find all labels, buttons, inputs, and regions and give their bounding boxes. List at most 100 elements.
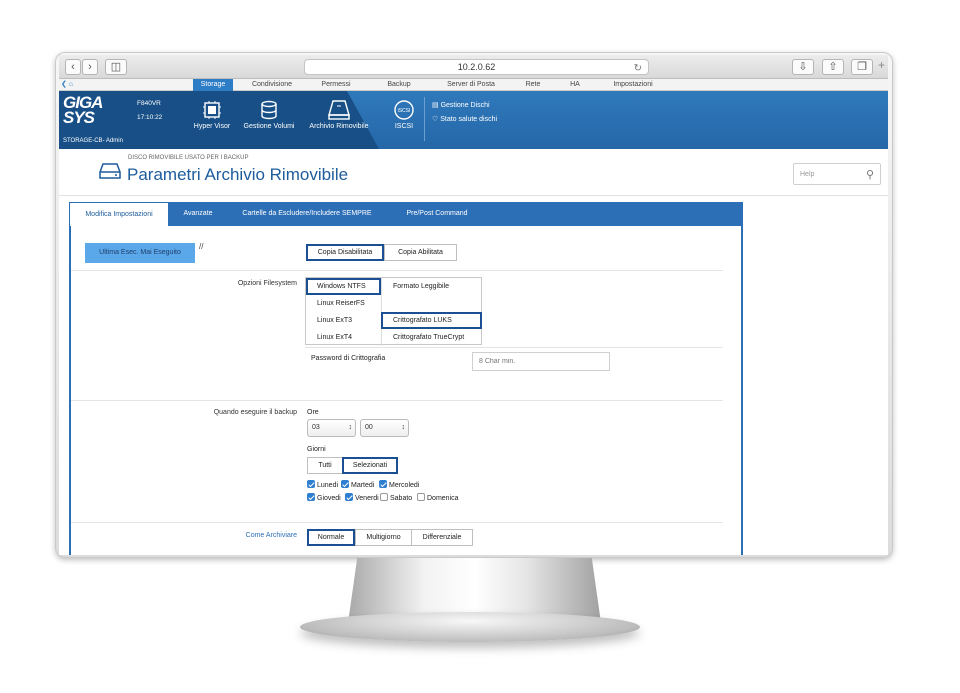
password-field[interactable] bbox=[472, 352, 610, 371]
drive-icon bbox=[99, 163, 121, 179]
row-divider bbox=[71, 400, 723, 401]
iscsi-icon: iSCSI bbox=[394, 100, 414, 120]
header-divider bbox=[424, 97, 425, 141]
page-title: Parametri Archivio Rimovibile bbox=[127, 165, 349, 184]
tab-bar: Modifica Impostazioni Avanzate Cartelle … bbox=[69, 202, 743, 226]
day-label: Lunedi bbox=[317, 481, 339, 489]
stato-salute-link[interactable]: ♡ Stato salute dischi bbox=[432, 115, 497, 123]
menu-backup[interactable]: Backup bbox=[379, 79, 419, 91]
menu-impostazioni[interactable]: Impostazioni bbox=[599, 79, 667, 91]
archive-label: Come Archiviare bbox=[245, 532, 297, 539]
fs-option-luks[interactable]: Crittografato LUKS bbox=[393, 317, 452, 324]
fs-label: Opzioni Filesystem bbox=[237, 280, 297, 287]
download-icon[interactable]: ⇩ bbox=[792, 59, 814, 75]
days-selezionati-button[interactable]: Selezionati bbox=[342, 457, 398, 474]
hypervisor-label: Hyper Visor bbox=[193, 123, 231, 130]
day-lunedi[interactable]: Lunedi bbox=[307, 480, 339, 489]
back-arrow-icon[interactable]: ‹ bbox=[65, 59, 81, 75]
fs-option-truecrypt[interactable]: Crittografato TrueCrypt bbox=[393, 334, 464, 341]
checkbox-checked[interactable] bbox=[345, 493, 353, 501]
copia-disabilitata-button[interactable]: Copia Disabilitata bbox=[306, 244, 384, 261]
fs-option-ext4[interactable]: Linux ExT4 bbox=[317, 334, 352, 341]
gigasys-logo: GIGA SYS bbox=[63, 94, 103, 127]
row-divider bbox=[71, 270, 723, 271]
disk-icon: ▤ bbox=[432, 102, 439, 109]
fs-option-reiserfs[interactable]: Linux ReiserFS bbox=[317, 300, 365, 307]
new-tab-icon[interactable]: + bbox=[878, 58, 885, 72]
days-tutti-button[interactable]: Tutti bbox=[307, 457, 343, 474]
checkbox-unchecked[interactable] bbox=[380, 493, 388, 501]
day-venerdi[interactable]: Venerdi bbox=[345, 493, 379, 502]
tabs-icon[interactable]: ❐ bbox=[851, 59, 873, 75]
address-bar[interactable]: 10.2.0.62 ↻ bbox=[304, 59, 649, 75]
fs-option-ntfs[interactable]: Windows NTFS bbox=[317, 283, 366, 290]
database-icon bbox=[261, 100, 277, 120]
home-back-icon[interactable]: ❮ ⌂ bbox=[61, 79, 73, 91]
forward-arrow-icon[interactable]: › bbox=[82, 59, 98, 75]
hypervisor-button[interactable]: Hyper Visor bbox=[189, 99, 235, 130]
archivio-rimovibile-label: Archivio Rimovibile bbox=[309, 123, 369, 130]
fs-option-ext3[interactable]: Linux ExT3 bbox=[317, 317, 352, 324]
search-icon[interactable]: ⚲ bbox=[866, 168, 874, 181]
menu-storage[interactable]: Storage bbox=[193, 79, 233, 91]
last-run-badge: Ultima Esec. Mai Eseguito bbox=[85, 243, 195, 263]
tab-cartelle[interactable]: Cartelle da Escludere/Includere SEMPRE bbox=[227, 202, 387, 226]
gestione-dischi-label: Gestione Dischi bbox=[440, 102, 490, 109]
hour-value: 03 bbox=[312, 424, 320, 431]
logo-line-2: SYS bbox=[63, 108, 95, 127]
removable-drive-icon bbox=[328, 100, 350, 120]
menu-permessi[interactable]: Permessi bbox=[311, 79, 361, 91]
iscsi-button[interactable]: iSCSI ISCSI bbox=[389, 99, 419, 130]
checkbox-checked[interactable] bbox=[379, 480, 387, 488]
url-text: 10.2.0.62 bbox=[457, 62, 496, 72]
day-label: Martedi bbox=[351, 481, 375, 489]
settings-panel bbox=[69, 226, 743, 555]
minute-value: 00 bbox=[365, 424, 373, 431]
archive-differenziale-button[interactable]: Differenziale bbox=[411, 529, 473, 546]
day-domenica[interactable]: Domenica bbox=[417, 493, 459, 502]
fs-option-leggibile[interactable]: Formato Leggibile bbox=[393, 283, 449, 290]
title-separator bbox=[59, 195, 888, 196]
menu-server-posta[interactable]: Server di Posta bbox=[437, 79, 505, 91]
day-martedi[interactable]: Martedi bbox=[341, 480, 375, 489]
hour-select[interactable]: 03 ↕ bbox=[307, 419, 356, 437]
archive-multigiorno-button[interactable]: Multigiorno bbox=[355, 529, 412, 546]
reload-icon[interactable]: ↻ bbox=[634, 61, 642, 76]
day-giovedi[interactable]: Giovedi bbox=[307, 493, 341, 502]
minute-select[interactable]: 00 ↕ bbox=[360, 419, 409, 437]
screen: ‹ › ◫ 10.2.0.62 ↻ ⇩ ⇧ ❐ + ❮ ⌂ Storage Co… bbox=[59, 55, 888, 555]
checkbox-checked[interactable] bbox=[307, 480, 315, 488]
archive-normale-button[interactable]: Normale bbox=[307, 529, 355, 546]
tab-modifica-impostazioni[interactable]: Modifica Impostazioni bbox=[69, 202, 169, 226]
user-info: STORAGE-CB- Admin bbox=[63, 138, 123, 144]
menu-rete[interactable]: Rete bbox=[517, 79, 549, 91]
browser-toolbar: ‹ › ◫ 10.2.0.62 ↻ ⇩ ⇧ ❐ + bbox=[59, 55, 888, 79]
tab-pre-post[interactable]: Pre/Post Command bbox=[387, 202, 487, 226]
day-mercoledi[interactable]: Mercoledi bbox=[379, 480, 419, 489]
svg-text:iSCSI: iSCSI bbox=[398, 108, 411, 114]
archivio-rimovibile-button[interactable]: Archivio Rimovibile bbox=[303, 99, 375, 130]
gestione-volumi-button[interactable]: Gestione Volumi bbox=[239, 99, 299, 130]
gestione-dischi-link[interactable]: ▤ Gestione Dischi bbox=[432, 101, 490, 109]
sidebar-icon[interactable]: ◫ bbox=[105, 59, 127, 75]
row-divider bbox=[71, 522, 723, 523]
checkbox-unchecked[interactable] bbox=[417, 493, 425, 501]
tab-avanzate[interactable]: Avanzate bbox=[169, 202, 227, 226]
pwd-label: Password di Crittografia bbox=[311, 355, 386, 362]
device-time: 17:10:22 bbox=[137, 114, 163, 121]
help-placeholder: Help bbox=[800, 171, 815, 178]
checkbox-checked[interactable] bbox=[341, 480, 349, 488]
spinner-icon: ↕ bbox=[401, 424, 406, 431]
copia-abilitata-button[interactable]: Copia Abilitata bbox=[384, 244, 457, 261]
day-label: Domenica bbox=[427, 494, 459, 502]
share-icon[interactable]: ⇧ bbox=[822, 59, 844, 75]
day-label: Venerdi bbox=[355, 494, 379, 502]
menu-ha[interactable]: HA bbox=[561, 79, 589, 91]
help-search-input[interactable]: Help ⚲ bbox=[793, 163, 881, 185]
checkbox-checked[interactable] bbox=[307, 493, 315, 501]
app-menubar: ❮ ⌂ Storage Condivisione Permessi Backup… bbox=[59, 79, 888, 91]
menu-condivisione[interactable]: Condivisione bbox=[241, 79, 303, 91]
chip-icon bbox=[203, 101, 221, 119]
day-label: Sabato bbox=[390, 494, 413, 502]
day-sabato[interactable]: Sabato bbox=[380, 493, 413, 502]
